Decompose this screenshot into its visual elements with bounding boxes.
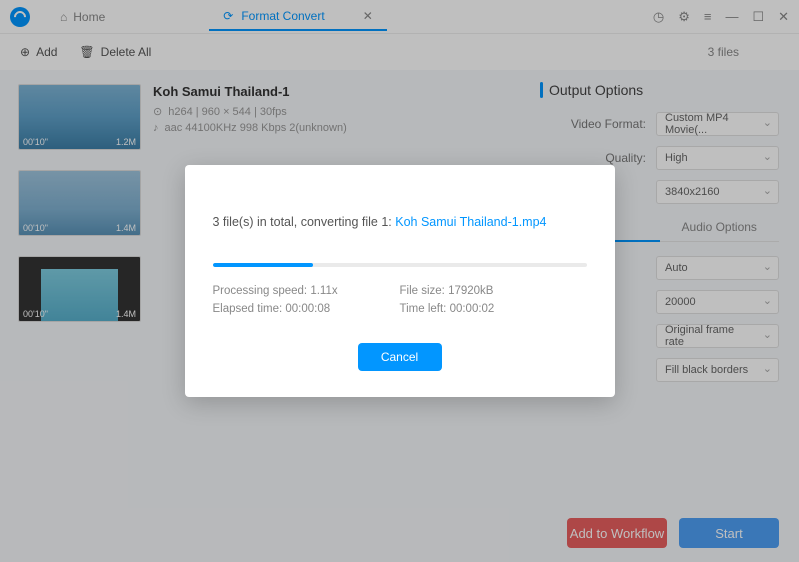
filesize-value: 17920kB (448, 285, 493, 297)
elapsed-value: 00:00:08 (285, 303, 330, 315)
timeleft-label: Time left: (400, 303, 450, 315)
progress-prefix: 3 file(s) in total, converting file 1: (213, 215, 396, 229)
speed-label: Processing speed: (213, 285, 311, 297)
timeleft-value: 00:00:02 (450, 303, 495, 315)
progress-fill (213, 263, 314, 267)
filesize-label: File size: (400, 285, 449, 297)
progress-stats: Processing speed: 1.11x File size: 17920… (213, 285, 587, 315)
elapsed-label: Elapsed time: (213, 303, 286, 315)
cancel-button[interactable]: Cancel (358, 343, 442, 371)
speed-value: 1.11x (310, 285, 337, 297)
modal-actions: Cancel (213, 343, 587, 371)
progress-bar (213, 263, 587, 267)
progress-dialog: 3 file(s) in total, converting file 1: K… (185, 165, 615, 397)
progress-message: 3 file(s) in total, converting file 1: K… (213, 215, 587, 229)
modal-overlay: 3 file(s) in total, converting file 1: K… (0, 0, 799, 562)
progress-filename: Koh Samui Thailand-1.mp4 (395, 215, 546, 229)
